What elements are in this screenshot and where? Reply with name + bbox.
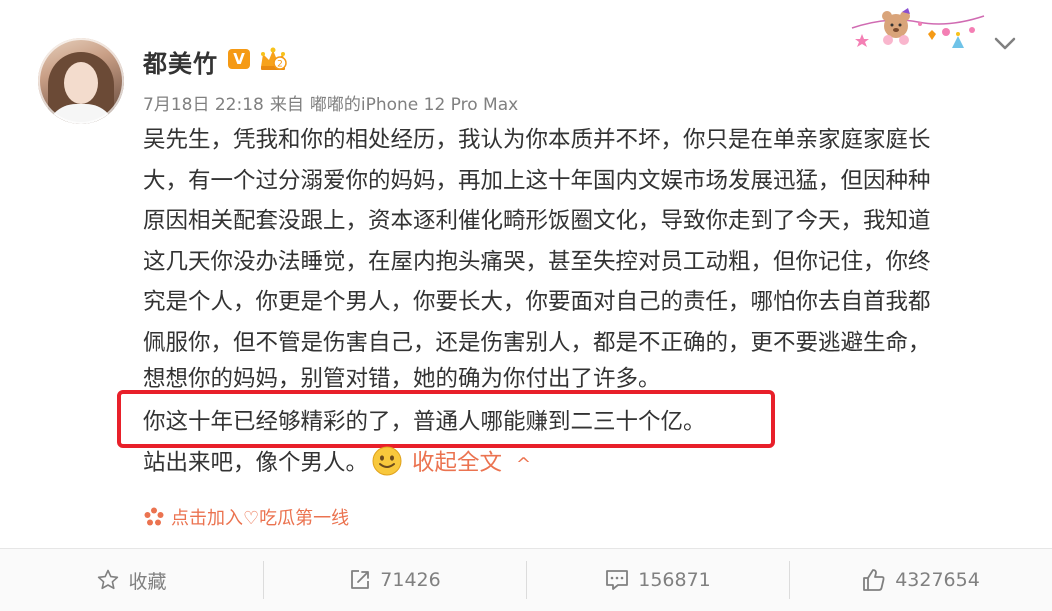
like-icon <box>863 569 885 591</box>
post-source-prefix: 来自 <box>269 95 304 115</box>
username[interactable]: 都美竹 <box>143 44 218 79</box>
avatar-ring <box>38 38 124 124</box>
weibo-post-card: 都美竹 V 2 7月18日 22:18 来自 嘟嘟的iPhone 12 Pro Ma… <box>0 0 1052 611</box>
post-source: 嘟嘟的iPhone 12 Pro Max <box>309 95 519 115</box>
chevron-down-icon[interactable] <box>992 30 1018 56</box>
card-decoration-icon <box>851 8 985 48</box>
favorite-button[interactable]: 收藏 <box>0 549 263 611</box>
post-text-line: 原因相关配套没跟上，资本逐利催化畸形饭圈文化，导致你走到了今天，我知道 <box>143 208 931 234</box>
post-time[interactable]: 7月18日 22:18 <box>143 95 264 115</box>
post-text-line: 大，有一个过分溺爱你的妈妈，再加上这十年国内文娱市场发展迅猛，但因种种 <box>143 167 931 194</box>
post-text-line: 吴先生，凭我和你的相处经历，我认为你本质并不坏，你只是在单亲家庭家庭长 <box>143 127 931 153</box>
post-last-line: 站出来吧，像个男人。 收起全文 ^ <box>143 445 531 483</box>
verified-badge-icon[interactable]: V <box>228 49 250 69</box>
group-link[interactable]: 点击加入♡吃瓜第一线 <box>143 504 349 530</box>
repost-count: 71426 <box>380 569 441 591</box>
crown-badge-icon[interactable]: 2 <box>258 45 288 73</box>
svg-text:2: 2 <box>277 60 283 70</box>
like-button[interactable]: 4327654 <box>789 549 1052 611</box>
like-count: 4327654 <box>895 569 980 591</box>
post-action-bar: 收藏 71426 156871 4327654 <box>0 548 1052 611</box>
favorite-label: 收藏 <box>128 570 167 593</box>
post-text-last: 站出来吧，像个男人。 <box>143 450 369 476</box>
post-text-line: 这几天你没办法睡觉，在屋内抱头痛哭，甚至失控对员工动粗，但你记住，你终 <box>143 248 931 275</box>
caret-up-icon: ^ <box>516 454 532 475</box>
avatar[interactable] <box>38 38 124 124</box>
smiley-icon <box>372 446 402 476</box>
comment-icon <box>606 570 629 590</box>
flower-icon <box>144 507 164 526</box>
post-text-line: 佩服你，但不管是伤害自己，还是伤害别人，都是不正确的，更不要逃避生命， <box>143 329 931 356</box>
comment-count: 156871 <box>638 569 711 591</box>
post-meta: 7月18日 22:18 来自 嘟嘟的iPhone 12 Pro Max <box>143 90 524 115</box>
star-icon <box>98 569 119 590</box>
highlight-box <box>117 390 775 448</box>
collapse-button[interactable]: 收起全文 ^ <box>412 450 531 476</box>
group-link-label: 点击加入♡吃瓜第一线 <box>171 508 350 529</box>
comment-button[interactable]: 156871 <box>526 549 789 611</box>
repost-icon <box>351 570 370 589</box>
post-text-line: 究是个人，你更是个男人，你要长大，你要面对自己的责任，哪怕你去自首我都 <box>143 289 931 315</box>
repost-button[interactable]: 71426 <box>263 549 526 611</box>
collapse-label: 收起全文 <box>412 450 503 476</box>
